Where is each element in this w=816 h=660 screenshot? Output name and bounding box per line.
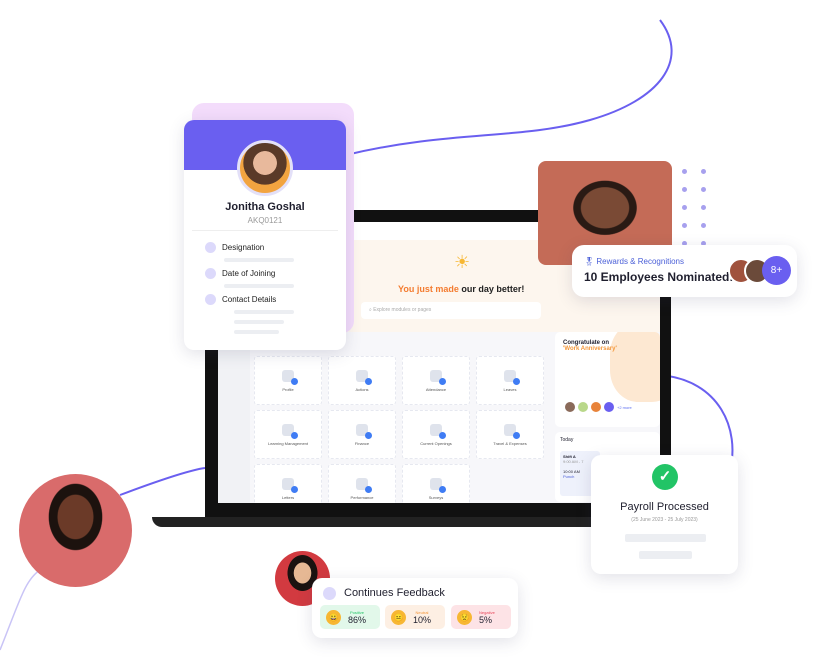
more-count-badge: 8+	[762, 256, 791, 285]
search-input[interactable]: ⌕ Explore modules or pages	[361, 302, 541, 319]
performance-icon	[356, 477, 372, 493]
feedback-positive: 😀 Positive 86%	[320, 605, 380, 629]
learning-icon	[282, 423, 298, 439]
tile-openings[interactable]: Current Openings	[402, 410, 470, 459]
finance-icon	[356, 423, 372, 439]
feedback-negative: 😟 Negative 5%	[451, 605, 511, 629]
field-designation: Designation	[205, 242, 264, 253]
tile-letters[interactable]: Letters	[254, 464, 322, 503]
tile-attendance[interactable]: Attendance	[402, 356, 470, 405]
tile-actions[interactable]: Actions	[328, 356, 396, 405]
profile-icon	[282, 369, 298, 385]
tile-profile[interactable]: Profile	[254, 356, 322, 405]
leaves-icon	[504, 369, 520, 385]
happy-emoji-icon: 😀	[326, 609, 341, 625]
sad-emoji-icon: 😟	[457, 609, 472, 625]
colleague-avatars: +2 more	[565, 402, 632, 412]
travel-icon	[504, 423, 520, 439]
rewards-label: 🎖 Rewards & Recognitions	[584, 257, 684, 266]
feedback-card: Continues Feedback 😀 Positive 86% 😐 Neutral…	[312, 578, 518, 638]
feedback-neutral: 😐 Neutral 10%	[385, 605, 445, 629]
tile-finance[interactable]: Finance	[328, 410, 396, 459]
field-date-of-joining: Date of Joining	[205, 268, 275, 279]
sun-icon: ☀	[454, 252, 471, 272]
module-grid: Profile Actions Attendance Leaves Learni…	[254, 356, 544, 503]
check-icon: ✓	[652, 464, 678, 490]
attendance-icon	[430, 369, 446, 385]
rewards-card: 🎖 Rewards & Recognitions 10 Employees No…	[572, 245, 797, 297]
tile-leaves[interactable]: Leaves	[476, 356, 544, 405]
actions-icon	[356, 369, 372, 385]
tile-travel[interactable]: Travel & Expenses	[476, 410, 544, 459]
field-contact-details: Contact Details	[205, 294, 276, 305]
tile-performance[interactable]: Performance	[328, 464, 396, 503]
employee-photo-left	[19, 474, 132, 587]
payroll-card: ✓ Payroll Processed (25 June 2023 - 25 J…	[591, 455, 738, 574]
surveys-icon	[430, 477, 446, 493]
briefcase-icon	[430, 423, 446, 439]
headline: You just made our day better!	[398, 284, 525, 294]
tile-learning[interactable]: Learning Management	[254, 410, 322, 459]
profile-avatar	[237, 140, 293, 196]
letters-icon	[282, 477, 298, 493]
neutral-emoji-icon: 😐	[391, 609, 406, 625]
tile-surveys[interactable]: Surveys	[402, 464, 470, 503]
congrats-card: Congratulate on 'Work Anniversary' +2 mo…	[555, 332, 660, 427]
